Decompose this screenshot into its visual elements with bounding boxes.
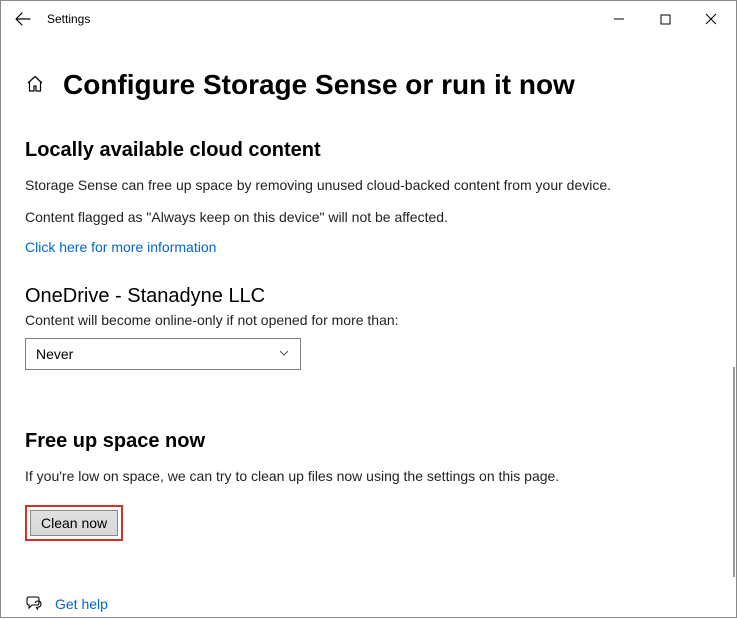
page-title: Configure Storage Sense or run it now xyxy=(63,69,575,101)
onedrive-desc: Content will become online-only if not o… xyxy=(25,312,712,328)
get-help-link[interactable]: Get help xyxy=(55,596,108,612)
maximize-button[interactable] xyxy=(642,3,688,35)
onedrive-title: OneDrive - Stanadyne LLC xyxy=(25,285,712,308)
freeup-heading: Free up space now xyxy=(25,430,712,453)
onedrive-dropdown[interactable]: Never xyxy=(25,338,301,370)
back-button[interactable] xyxy=(3,1,43,37)
clean-now-highlight: Clean now xyxy=(25,505,123,541)
cloud-desc-1: Storage Sense can free up space by remov… xyxy=(25,176,712,196)
close-icon xyxy=(705,13,717,25)
arrow-left-icon xyxy=(15,11,31,27)
onedrive-dropdown-value: Never xyxy=(36,346,73,362)
more-info-link[interactable]: Click here for more information xyxy=(25,239,216,255)
titlebar: Settings xyxy=(1,1,736,37)
chevron-down-icon xyxy=(278,346,290,362)
app-title: Settings xyxy=(47,12,90,26)
chat-icon xyxy=(25,595,43,613)
window-controls xyxy=(596,3,734,35)
scrollbar[interactable] xyxy=(733,367,735,577)
page-content: Configure Storage Sense or run it now Lo… xyxy=(1,37,736,619)
maximize-icon xyxy=(660,14,671,25)
clean-now-button[interactable]: Clean now xyxy=(30,510,118,536)
minimize-button[interactable] xyxy=(596,3,642,35)
freeup-desc: If you're low on space, we can try to cl… xyxy=(25,467,712,487)
help-row: Get help xyxy=(25,595,712,613)
cloud-desc-2: Content flagged as "Always keep on this … xyxy=(25,208,712,228)
close-button[interactable] xyxy=(688,3,734,35)
minimize-icon xyxy=(613,13,625,25)
page-header: Configure Storage Sense or run it now xyxy=(25,69,712,101)
home-icon xyxy=(25,74,47,96)
cloud-section-heading: Locally available cloud content xyxy=(25,139,712,162)
